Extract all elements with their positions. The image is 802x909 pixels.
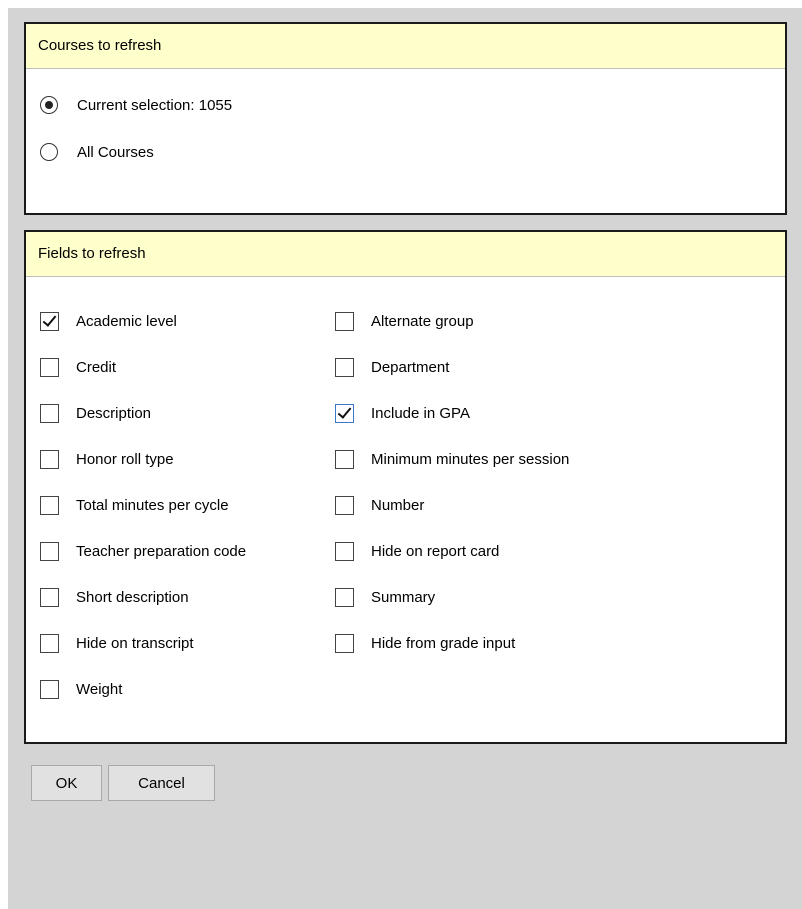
checkbox-label: Alternate group [371, 312, 474, 330]
checkbox-label: Weight [76, 680, 123, 698]
checkbox-label: Academic level [76, 312, 177, 330]
radio-label: Current selection: 1055 [77, 96, 233, 114]
fields-to-refresh-panel: Fields to refresh Academic level Credit … [24, 230, 787, 744]
checkbox-label: Minimum minutes per session [371, 450, 570, 468]
checkbox[interactable] [40, 541, 59, 561]
checkbox-label: Teacher preparation code [76, 542, 247, 560]
radio-label: All Courses [77, 143, 154, 161]
checkbox-alternate-group[interactable]: Alternate group [335, 308, 474, 334]
checkbox[interactable] [335, 541, 354, 561]
checkbox[interactable] [40, 449, 59, 469]
checkbox-label: Number [371, 496, 425, 514]
checkbox[interactable] [335, 587, 354, 607]
checkbox-label: Description [76, 404, 152, 422]
checkbox-teacher-preparation-code[interactable]: Teacher preparation code [40, 538, 246, 564]
checkbox-total-minutes-per-cycle[interactable]: Total minutes per cycle [40, 492, 229, 518]
checkbox-hide-from-grade-input[interactable]: Hide from grade input [335, 630, 515, 656]
checkbox-label: Hide from grade input [371, 634, 516, 652]
checkbox[interactable] [335, 357, 354, 377]
checkbox-department[interactable]: Department [335, 354, 449, 380]
radio-button-selected[interactable] [40, 96, 58, 114]
checkbox[interactable] [40, 311, 59, 331]
courses-panel-header: Courses to refresh [26, 24, 785, 69]
checkbox-label: Hide on report card [371, 542, 500, 560]
checkbox[interactable] [40, 495, 59, 515]
checkbox[interactable] [40, 633, 59, 653]
checkbox-label: Short description [76, 588, 189, 606]
checkbox-credit[interactable]: Credit [40, 354, 116, 380]
ok-button[interactable]: OK [31, 765, 102, 801]
checkbox-label: Hide on transcript [76, 634, 194, 652]
checkbox[interactable] [40, 357, 59, 377]
checkbox-honor-roll-type[interactable]: Honor roll type [40, 446, 174, 472]
checkbox[interactable] [40, 587, 59, 607]
checkbox-minimum-minutes-per-session[interactable]: Minimum minutes per session [335, 446, 569, 472]
courses-to-refresh-panel: Courses to refresh Current selection: 10… [24, 22, 787, 215]
checkbox[interactable] [40, 403, 59, 423]
cancel-button[interactable]: Cancel [108, 765, 215, 801]
checkbox-short-description[interactable]: Short description [40, 584, 189, 610]
radio-button[interactable] [40, 143, 58, 161]
checkbox[interactable] [40, 679, 59, 699]
fields-panel-header: Fields to refresh [26, 232, 785, 277]
checkbox-label: Include in GPA [371, 404, 470, 422]
checkbox[interactable] [335, 311, 354, 331]
checkbox-weight[interactable]: Weight [40, 676, 122, 702]
radio-all-courses[interactable]: All Courses [40, 139, 154, 165]
checkbox-label: Total minutes per cycle [76, 496, 229, 514]
checkbox-number[interactable]: Number [335, 492, 424, 518]
checkbox-academic-level[interactable]: Academic level [40, 308, 177, 334]
checkbox[interactable] [335, 449, 354, 469]
checkbox-summary[interactable]: Summary [335, 584, 435, 610]
checkbox-include-in-gpa[interactable]: Include in GPA [335, 400, 470, 426]
checkbox-description[interactable]: Description [40, 400, 151, 426]
checkbox-hide-on-report-card[interactable]: Hide on report card [335, 538, 499, 564]
checkbox-label: Department [371, 358, 450, 376]
checkbox-label: Summary [371, 588, 436, 606]
radio-current-selection[interactable]: Current selection: 1055 [40, 92, 232, 118]
checkbox[interactable] [335, 633, 354, 653]
checkbox-label: Honor roll type [76, 450, 174, 468]
checkbox[interactable] [335, 403, 354, 423]
checkbox-label: Credit [76, 358, 117, 376]
checkbox[interactable] [335, 495, 354, 515]
checkbox-hide-on-transcript[interactable]: Hide on transcript [40, 630, 194, 656]
